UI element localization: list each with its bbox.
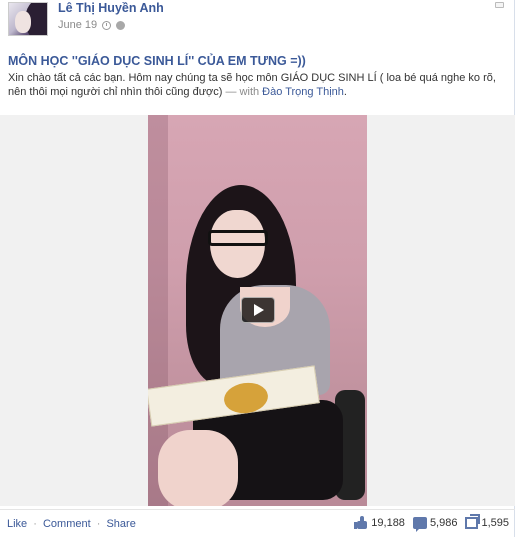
separator: ·	[33, 518, 37, 530]
comment-count-value: 5,986	[429, 517, 458, 529]
post-description: Xin chào tất cả các bạn. Hôm nay chúng t…	[8, 71, 508, 99]
share-link[interactable]: Share	[106, 518, 135, 530]
engagement-counts: 19,188 5,986 1,595	[354, 514, 509, 532]
share-count-value: 1,595	[481, 517, 509, 529]
separator: ·	[96, 518, 101, 530]
globe-icon[interactable]	[116, 20, 126, 30]
comment-icon	[412, 517, 427, 532]
thumbs-up-icon	[354, 516, 368, 530]
play-button[interactable]	[241, 297, 275, 323]
with-prefix: — with	[222, 86, 263, 98]
post-title: MÔN HỌC ''GIÁO DỤC SINH LÍ'' CỦA EM TƯNG…	[8, 54, 306, 68]
like-link[interactable]: Like	[7, 518, 27, 530]
share-icon	[465, 514, 481, 529]
comment-count[interactable]: 5,986	[412, 517, 458, 532]
play-icon	[254, 304, 264, 316]
person-leg	[158, 430, 238, 506]
author-name[interactable]: Lê Thị Huyền Anh	[58, 1, 164, 15]
clock-icon	[102, 20, 112, 30]
share-count[interactable]: 1,595	[465, 514, 509, 529]
post-footer: Like · Comment · Share 19,188 5,986 1,59…	[0, 509, 515, 537]
tagged-user-link[interactable]: Đào Trọng Thịnh	[262, 86, 344, 98]
like-count-value: 19,188	[371, 517, 405, 529]
post-meta: June 19	[58, 19, 126, 31]
feed-post: Lê Thị Huyền Anh June 19 MÔN HỌC ''GIÁO …	[0, 0, 515, 537]
like-count[interactable]: 19,188	[354, 516, 405, 530]
post-date[interactable]: June 19	[58, 19, 97, 31]
post-options-icon[interactable]	[495, 2, 504, 8]
avatar-face	[15, 11, 31, 33]
post-actions: Like · Comment · Share	[7, 518, 136, 530]
glasses	[208, 230, 268, 246]
author-avatar[interactable]	[8, 2, 48, 36]
comment-link[interactable]: Comment	[43, 518, 91, 530]
tagged-suffix: .	[343, 86, 347, 98]
